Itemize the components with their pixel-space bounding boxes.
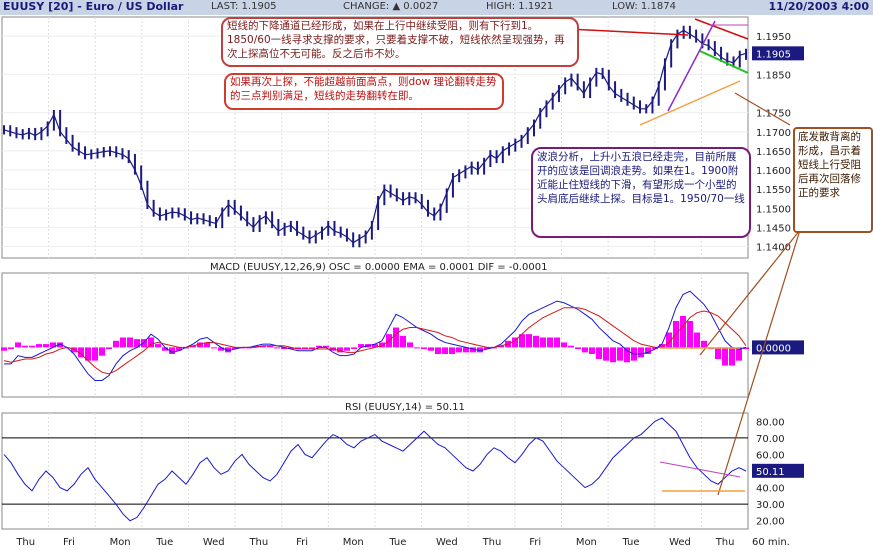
macd-osc-bar bbox=[547, 337, 553, 348]
macd-last-label: 0.0000 bbox=[756, 343, 791, 354]
macd-osc-bar bbox=[43, 344, 49, 348]
macd-osc-bar bbox=[568, 345, 574, 348]
macd-osc-bar bbox=[638, 347, 644, 358]
macd-osc-bar bbox=[442, 347, 448, 355]
macd-osc-bar bbox=[99, 347, 105, 356]
symbol-title: EUUSY [20] - Euro / US Dollar bbox=[3, 0, 184, 13]
macd-osc-bar bbox=[1, 347, 7, 351]
price-change: CHANGE: ▲ 0.0027 bbox=[343, 1, 439, 12]
x-axis-label: Thu bbox=[482, 537, 502, 548]
macd-osc-bar bbox=[589, 347, 595, 355]
annotation-divergence: 底发散背离的形成，昌示着短线上行受阻后再次回落修正的要求 bbox=[793, 127, 873, 233]
price-tick-label: 1.1550 bbox=[756, 185, 791, 196]
macd-osc-bar bbox=[120, 337, 126, 348]
x-axis-label: Fri bbox=[296, 537, 308, 548]
price-tick-label: 1.1850 bbox=[756, 70, 791, 81]
macd-osc-bar bbox=[8, 347, 14, 350]
x-axis-label: Wed bbox=[669, 537, 691, 548]
x-axis-label: Wed bbox=[203, 537, 225, 548]
macd-osc-bar bbox=[15, 342, 21, 348]
price-tick-label: 1.1500 bbox=[756, 204, 791, 215]
macd-osc-bar bbox=[421, 347, 427, 350]
x-axis-label: Fri bbox=[63, 537, 75, 548]
macd-osc-bar bbox=[596, 347, 602, 359]
macd-osc-bar bbox=[715, 347, 721, 359]
price-tick-label: 1.1600 bbox=[756, 166, 791, 177]
x-axis-label: 60 min. bbox=[752, 537, 790, 548]
macd-osc-bar bbox=[414, 347, 420, 349]
macd-osc-bar bbox=[687, 320, 693, 348]
macd-osc-bar bbox=[127, 337, 133, 348]
x-axis-label: Mon bbox=[576, 537, 597, 548]
macd-osc-bar bbox=[36, 344, 42, 348]
chart-datetime: 11/20/2003 4:00 bbox=[768, 0, 869, 13]
macd-osc-bar bbox=[92, 347, 98, 361]
macd-osc-bar bbox=[554, 337, 560, 348]
macd-osc-bar bbox=[575, 347, 581, 350]
macd-osc-bar bbox=[533, 335, 539, 348]
x-axis-label: Mon bbox=[110, 537, 131, 548]
rsi-tick-label: 30.00 bbox=[756, 500, 785, 511]
rsi-tick-label: 60.00 bbox=[756, 450, 785, 461]
macd-osc-bar bbox=[582, 347, 588, 353]
macd-osc-bar bbox=[407, 342, 413, 348]
price-tick-label: 1.1650 bbox=[756, 147, 791, 158]
macd-osc-bar bbox=[624, 347, 630, 363]
macd-osc-bar bbox=[155, 344, 161, 348]
rsi-tick-label: 40.00 bbox=[756, 484, 785, 495]
macd-osc-bar bbox=[694, 332, 700, 348]
macd-osc-bar bbox=[561, 342, 567, 348]
macd-osc-bar bbox=[617, 347, 623, 361]
macd-osc-bar bbox=[22, 345, 28, 348]
high-price: HIGH: 1.1921 bbox=[486, 1, 554, 12]
macd-osc-bar bbox=[351, 347, 357, 350]
price-tick-label: 1.1950 bbox=[756, 32, 791, 43]
chart-header: EUUSY [20] - Euro / US Dollar LAST: 1.19… bbox=[0, 0, 873, 15]
x-axis-label: Tue bbox=[621, 537, 639, 548]
macd-osc-bar bbox=[456, 347, 462, 353]
x-axis-label: Tue bbox=[155, 537, 173, 548]
x-axis-label: Thu bbox=[715, 537, 735, 548]
macd-osc-bar bbox=[106, 347, 112, 350]
macd-osc-bar bbox=[729, 347, 735, 366]
macd-osc-bar bbox=[449, 347, 455, 355]
macd-osc-bar bbox=[526, 334, 532, 348]
macd-osc-bar bbox=[540, 337, 546, 348]
macd-title: MACD (EUUSY,12,26,9) OSC = 0.0000 EMA = … bbox=[210, 262, 547, 273]
macd-osc-bar bbox=[428, 347, 434, 351]
macd-osc-bar bbox=[435, 347, 441, 355]
last-price-label: 1.1905 bbox=[756, 49, 791, 60]
macd-osc-bar bbox=[113, 340, 119, 348]
price-tick-label: 1.1700 bbox=[756, 128, 791, 139]
annotation-dow-theory: 如果再次上探，不能超越前面高点，则dow 理论翻转走势的三点判别满足，短线的走势… bbox=[224, 73, 504, 110]
rsi-tick-label: 20.00 bbox=[756, 517, 785, 528]
annotation-descending-channel: 短线的下降通道已经形成，如果在上行中继续受阻，则有下行到1。1850/60一线寻… bbox=[221, 17, 579, 67]
price-tick-label: 1.1450 bbox=[756, 223, 791, 234]
price-tick-label: 1.1750 bbox=[756, 109, 791, 120]
macd-osc-bar bbox=[722, 347, 728, 366]
macd-osc-bar bbox=[603, 347, 609, 361]
rsi-title: RSI (EUUSY,14) = 50.11 bbox=[345, 402, 465, 413]
macd-osc-bar bbox=[701, 340, 707, 348]
macd-osc-bar bbox=[211, 347, 217, 349]
x-axis-label: Wed bbox=[436, 537, 458, 548]
rsi-last-label: 50.11 bbox=[756, 467, 785, 478]
x-axis-label: Mon bbox=[343, 537, 364, 548]
macd-osc-bar bbox=[610, 347, 616, 363]
macd-osc-bar bbox=[344, 347, 350, 351]
x-axis-label: Fri bbox=[529, 537, 541, 548]
rsi-tick-label: 80.00 bbox=[756, 417, 785, 428]
macd-osc-bar bbox=[274, 347, 280, 349]
macd-osc-bar bbox=[29, 345, 35, 348]
last-price: LAST: 1.1905 bbox=[211, 1, 277, 12]
macd-osc-bar bbox=[680, 315, 686, 348]
macd-osc-bar bbox=[393, 327, 399, 348]
low-price: LOW: 1.1874 bbox=[612, 1, 676, 12]
x-axis-label: Thu bbox=[248, 537, 268, 548]
annotation-wave-analysis: 波浪分析，上升小五浪已经走完，目前所展开的应该是回调浪走势。如果在1。1900附… bbox=[531, 147, 751, 238]
rsi-tick-label: 70.00 bbox=[756, 434, 785, 445]
x-axis-label: Tue bbox=[388, 537, 406, 548]
x-axis-label: Thu bbox=[15, 537, 35, 548]
macd-osc-bar bbox=[400, 335, 406, 348]
